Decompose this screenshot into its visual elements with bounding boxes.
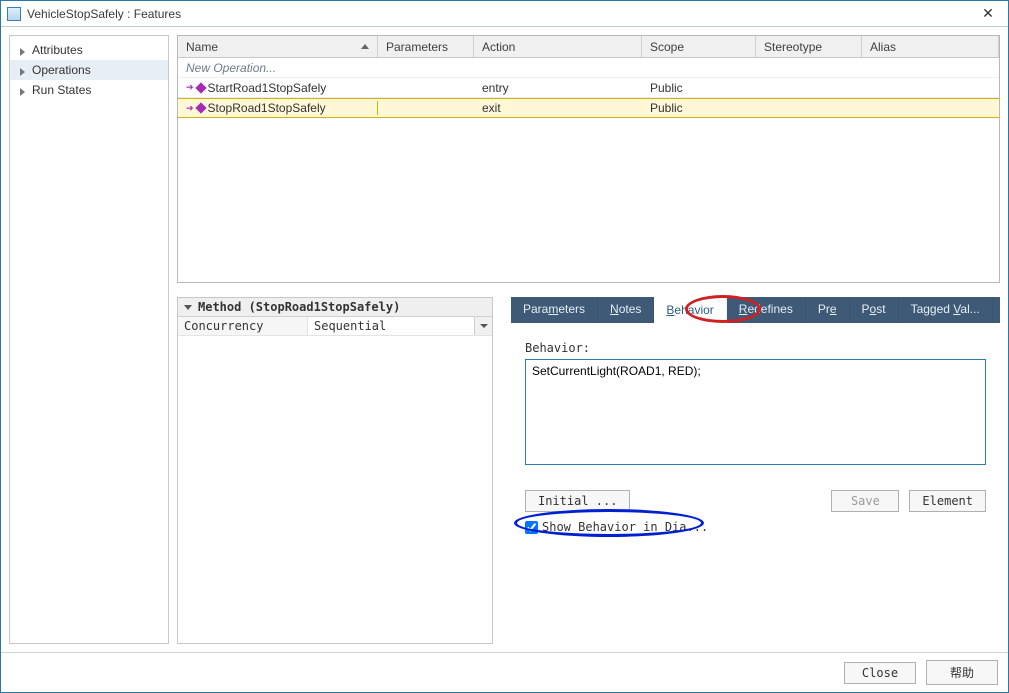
cell-scope: Public: [642, 101, 756, 115]
close-button[interactable]: Close: [844, 662, 916, 684]
method-pane: Method (StopRoad1StopSafely) Concurrency…: [177, 297, 493, 644]
cell-action: entry: [474, 81, 642, 95]
col-action[interactable]: Action: [474, 36, 642, 57]
window-title: VehicleStopSafely : Features: [27, 7, 968, 21]
col-scope[interactable]: Scope: [642, 36, 756, 57]
cell-action: exit: [474, 101, 642, 115]
method-heading: Method (StopRoad1StopSafely): [198, 300, 400, 314]
behavior-label: Behavior:: [525, 341, 986, 355]
property-value: Sequential: [308, 317, 474, 335]
tab-notes[interactable]: Notes: [598, 297, 654, 323]
cell-name: StartRoad1StopSafely: [208, 81, 327, 95]
diamond-icon: [195, 82, 206, 93]
help-button[interactable]: 帮助: [926, 660, 998, 685]
tab-post[interactable]: Post: [850, 297, 899, 323]
save-button[interactable]: Save: [831, 490, 899, 512]
operation-icon: [186, 82, 194, 93]
show-behavior-checkbox-input[interactable]: [525, 521, 538, 534]
table-header: Name Parameters Action Scope Stereotype …: [178, 36, 999, 58]
col-name[interactable]: Name: [178, 36, 378, 57]
operation-icon: [186, 103, 194, 114]
table-row[interactable]: StartRoad1StopSafely entry Public: [178, 78, 999, 98]
col-stereotype[interactable]: Stereotype: [756, 36, 862, 57]
tab-tagged-values[interactable]: Tagged Val...: [899, 297, 993, 323]
behavior-textarea[interactable]: [525, 359, 986, 465]
element-button[interactable]: Element: [909, 490, 986, 512]
show-behavior-label: Show Behavior in Dia...: [542, 520, 708, 534]
behavior-pane: Parameters Notes Behavior Redefines Pre …: [511, 297, 1000, 644]
collapse-icon[interactable]: [184, 305, 192, 310]
show-behavior-checkbox[interactable]: Show Behavior in Dia...: [525, 520, 986, 534]
table-row[interactable]: StopRoad1StopSafely exit Public: [178, 98, 999, 118]
cell-name: StopRoad1StopSafely: [208, 101, 326, 115]
dropdown-icon[interactable]: [474, 317, 492, 335]
tab-behavior[interactable]: Behavior: [654, 297, 726, 323]
detail-tabs: Parameters Notes Behavior Redefines Pre …: [511, 297, 1000, 323]
placeholder-label: New Operation...: [178, 61, 378, 75]
tab-parameters[interactable]: Parameters: [511, 297, 598, 323]
close-icon[interactable]: ✕: [968, 1, 1008, 26]
bottom-bar: Close 帮助: [1, 652, 1008, 692]
sidebar-item-attributes[interactable]: Attributes: [10, 40, 168, 60]
tab-redefines[interactable]: Redefines: [727, 297, 806, 323]
diamond-icon: [195, 102, 206, 113]
tab-pre[interactable]: Pre: [806, 297, 850, 323]
property-row[interactable]: Concurrency Sequential: [178, 317, 492, 336]
initial-button[interactable]: Initial ...: [525, 490, 630, 512]
new-operation-row[interactable]: New Operation...: [178, 58, 999, 78]
property-key: Concurrency: [178, 317, 308, 335]
titlebar: VehicleStopSafely : Features ✕: [1, 1, 1008, 27]
cell-scope: Public: [642, 81, 756, 95]
col-parameters[interactable]: Parameters: [378, 36, 474, 57]
col-alias[interactable]: Alias: [862, 36, 999, 57]
sidebar: Attributes Operations Run States: [9, 35, 169, 644]
app-icon: [7, 7, 21, 21]
sidebar-item-run-states[interactable]: Run States: [10, 80, 168, 100]
operations-table: Name Parameters Action Scope Stereotype …: [177, 35, 1000, 283]
sidebar-item-operations[interactable]: Operations: [10, 60, 168, 80]
